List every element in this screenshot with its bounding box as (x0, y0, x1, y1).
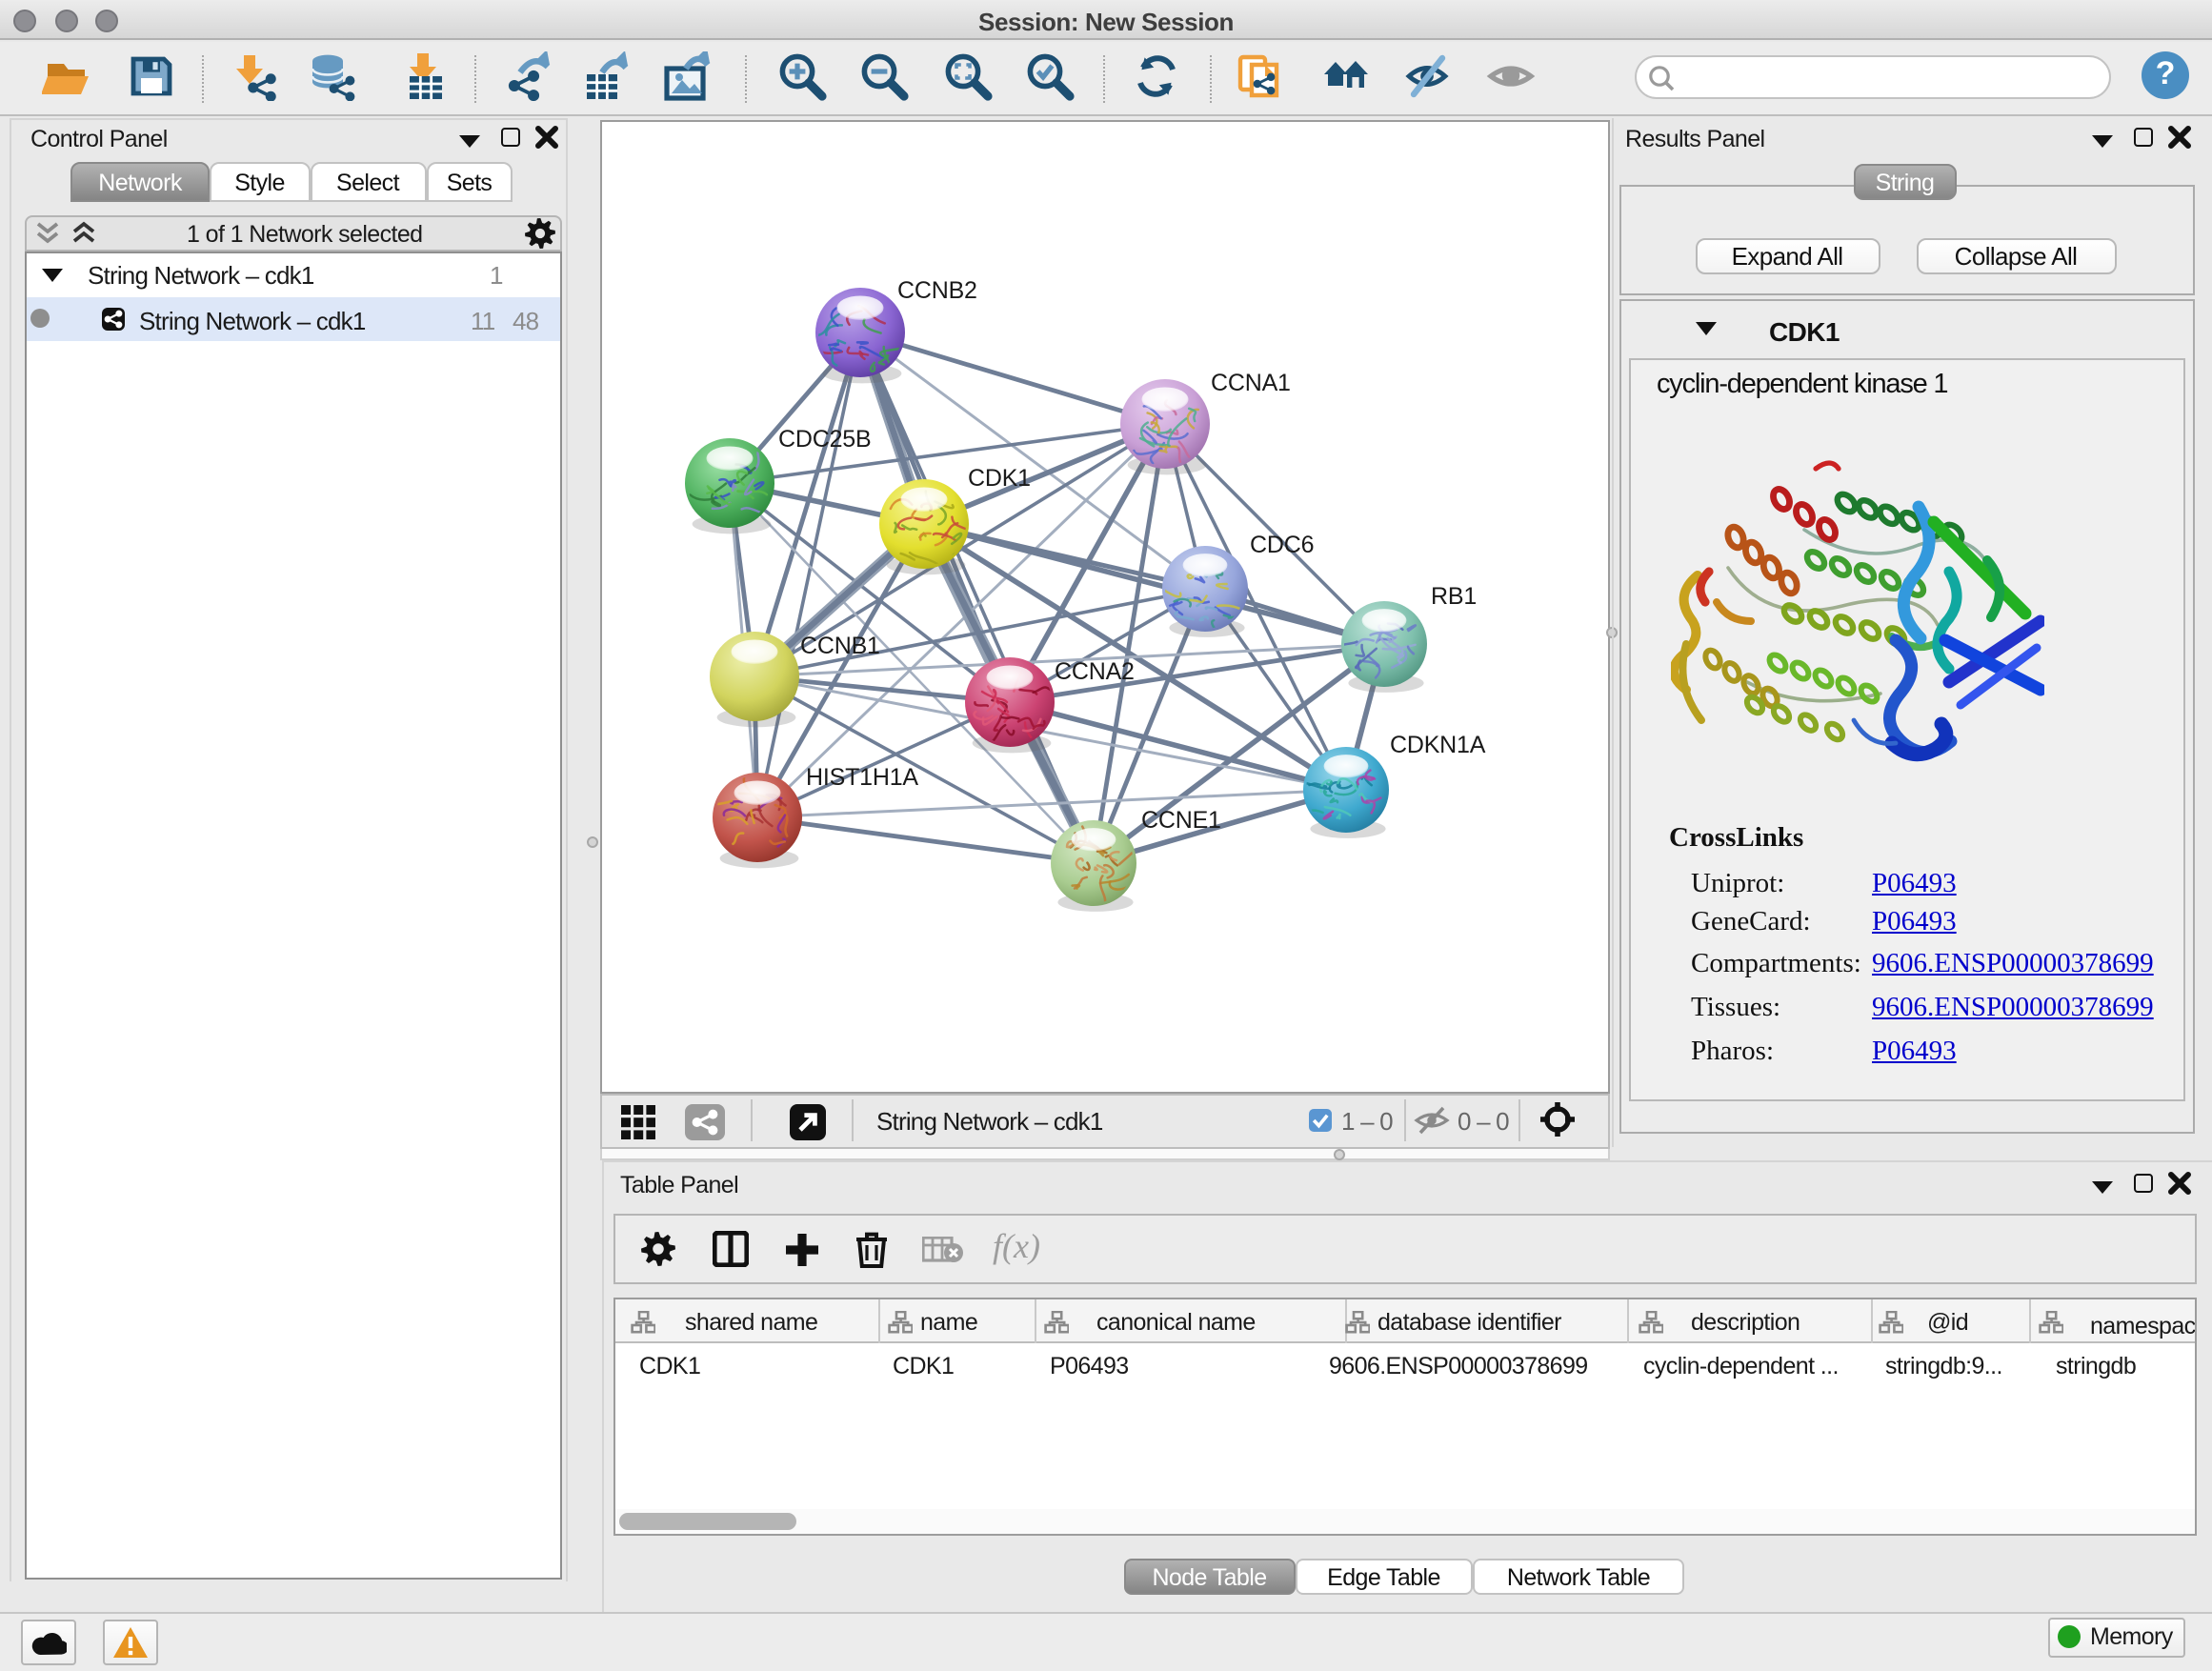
svg-text:CDKN1A: CDKN1A (1390, 731, 1486, 757)
svg-text:RB1: RB1 (1431, 582, 1477, 609)
svg-text:CCNA2: CCNA2 (1055, 657, 1135, 684)
svg-text:HIST1H1A: HIST1H1A (806, 763, 918, 790)
svg-text:CDC6: CDC6 (1250, 531, 1314, 557)
svg-text:CCNB2: CCNB2 (897, 276, 977, 303)
svg-text:CCNA1: CCNA1 (1211, 369, 1291, 395)
svg-text:CDC25B: CDC25B (778, 425, 871, 452)
svg-text:CCNE1: CCNE1 (1141, 806, 1221, 833)
svg-text:CDK1: CDK1 (968, 464, 1031, 491)
svg-text:CCNB1: CCNB1 (800, 632, 880, 658)
